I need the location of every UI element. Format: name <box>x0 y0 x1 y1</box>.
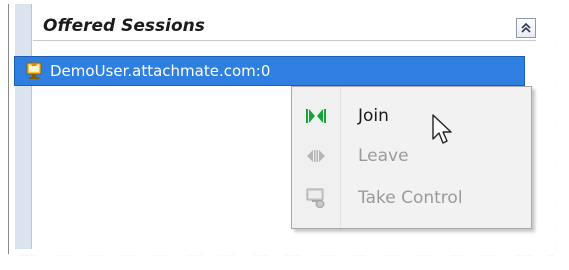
collapse-button[interactable] <box>516 18 536 38</box>
take-control-icon <box>305 187 327 209</box>
menu-item-label: Take Control <box>358 188 463 208</box>
panel-header: Offered Sessions <box>33 12 536 41</box>
session-share-icon <box>24 61 44 81</box>
leave-icon <box>305 145 327 167</box>
menu-item-label: Join <box>358 106 389 126</box>
session-name: DemoUser.attachmate.com:0 <box>50 62 271 80</box>
session-context-menu: Join Leave Take Control <box>291 86 532 229</box>
double-chevron-up-icon <box>521 22 531 33</box>
mouse-pointer-icon <box>432 114 452 144</box>
session-list-item[interactable]: DemoUser.attachmate.com:0 <box>14 56 525 86</box>
menu-item-take-control[interactable]: Take Control <box>292 179 531 217</box>
menu-item-leave[interactable]: Leave <box>292 137 531 175</box>
panel-title: Offered Sessions <box>43 16 205 36</box>
menu-item-label: Leave <box>358 146 409 166</box>
left-rail <box>15 4 32 249</box>
join-icon <box>305 105 327 127</box>
menu-item-join[interactable]: Join <box>292 97 531 135</box>
